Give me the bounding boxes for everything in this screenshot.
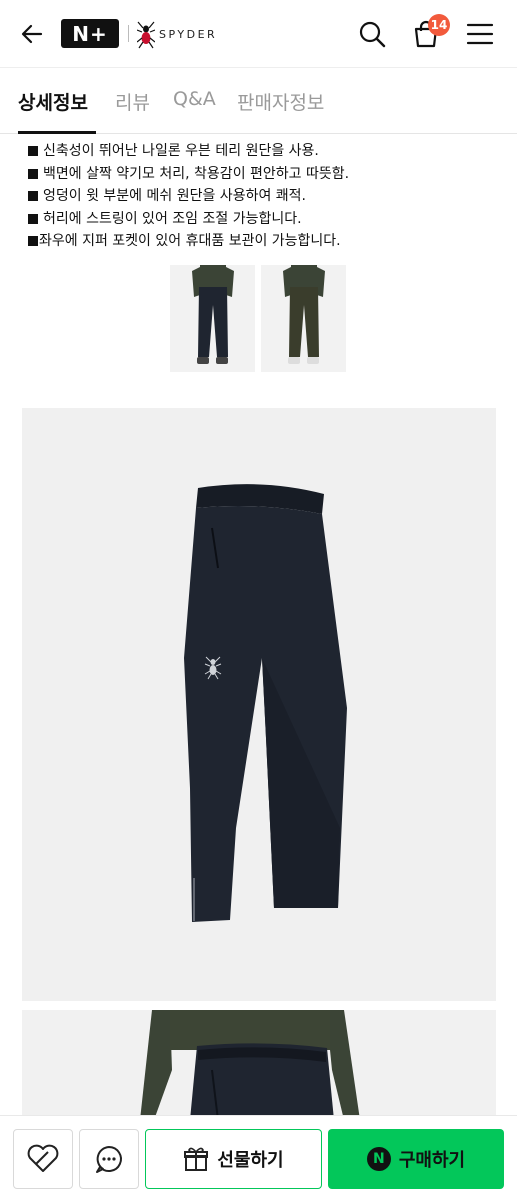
tab-details[interactable]: 상세정보 [18,88,88,115]
product-description: 신축성이 뛰어난 나일론 우븐 테리 원단을 사용. 백면에 살짝 약기모 처리… [28,140,498,253]
model-wearing-pants-image [140,1010,360,1120]
detail-tabs: 상세정보 리뷰 Q&A 판매자정보 [0,68,517,134]
buy-button-label: 구매하기 [398,1150,466,1171]
bullet-square-icon [28,213,38,224]
logo-divider [128,25,129,42]
nplus-logo[interactable]: N+ [61,19,119,48]
heart-icon [27,1144,59,1172]
top-header: N+ SPYDER 14 [0,0,517,68]
chat-bubble-icon [96,1146,122,1173]
tab-reviews[interactable]: 리뷰 [115,88,150,115]
color-thumbnail-olive[interactable] [261,265,346,372]
active-tab-indicator [18,131,96,134]
tab-seller-info[interactable]: 판매자정보 [237,88,324,115]
search-icon [359,21,386,48]
product-main-image [22,408,496,1001]
color-thumbnail-navy[interactable] [170,265,255,372]
bullet-square-icon [28,168,38,179]
wishlist-button[interactable] [13,1129,73,1189]
buy-button[interactable]: N 구매하기 [328,1129,504,1189]
description-line: 신축성이 뛰어난 나일론 우븐 테리 원단을 사용. [28,140,498,163]
back-arrow-icon [21,24,43,44]
bullet-square-icon [28,191,38,201]
npay-icon: N [366,1147,391,1171]
description-line: 백면에 살짝 약기모 처리, 착용감이 편안하고 따뜻함. [28,163,498,186]
description-line: 좌우에 지퍼 포켓이 있어 휴대품 보관이 가능합니다. [28,230,498,253]
product-worn-image [22,1010,496,1120]
brand-logo[interactable]: SPYDER [137,17,217,51]
tab-qna[interactable]: Q&A [173,88,216,110]
brand-name: SPYDER [159,27,218,41]
description-line: 허리에 스트링이 있어 조임 조절 가능합니다. [28,208,498,231]
bullet-square-icon [28,146,38,156]
hamburger-menu-icon [466,23,494,45]
cart-count-badge: 14 [428,14,450,36]
description-line: 엉덩이 윗 부분에 메쉬 원단을 사용하여 쾌적. [28,185,498,208]
model-olive-pants-image [283,265,325,364]
gift-icon [184,1147,209,1171]
spider-icon [137,21,155,49]
model-navy-pants-image [192,265,234,364]
talk-talk-button[interactable] [79,1129,139,1189]
gift-button-label: 선물하기 [217,1150,284,1171]
menu-button[interactable] [462,16,498,52]
back-button[interactable] [14,16,50,52]
navy-pants-image [184,484,347,922]
bullet-square-icon [28,236,38,246]
bottom-action-bar: 선물하기 N 구매하기 [0,1115,517,1200]
gift-button[interactable]: 선물하기 [145,1129,322,1189]
search-button[interactable] [354,16,390,52]
